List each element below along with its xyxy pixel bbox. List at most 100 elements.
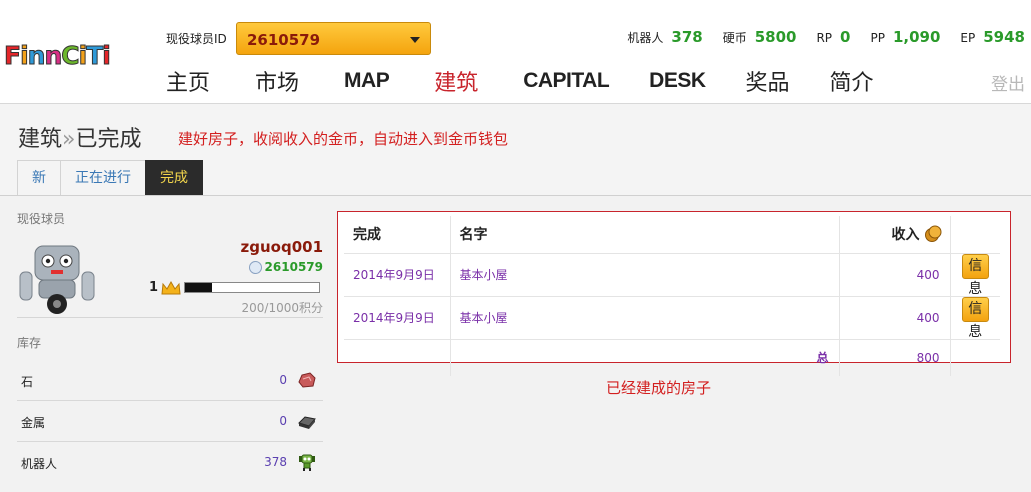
info-button[interactable]: 信息	[961, 296, 989, 340]
player-id-text: 2610579	[264, 260, 323, 274]
inventory-heading: 库存	[17, 336, 42, 350]
robot-avatar	[19, 245, 95, 314]
total-row: 总 800	[344, 339, 1000, 376]
column-header-name: 名字	[450, 216, 840, 254]
total-action-cell	[950, 339, 1000, 376]
info-button[interactable]: 信息	[961, 253, 989, 297]
inventory-item-count: 378	[264, 455, 287, 469]
logo-letter: C	[61, 40, 80, 70]
completed-date-cell: 2014年9月9日	[344, 296, 451, 340]
page-title: 建筑»已完成	[18, 121, 142, 153]
tab-new[interactable]: 新	[17, 160, 61, 195]
tab-in-progress[interactable]: 正在进行	[60, 160, 146, 195]
nav-building[interactable]: 建筑	[434, 65, 478, 97]
xp-text: 200/1000积分	[241, 301, 324, 315]
table-annotation: 已经建成的房子	[606, 379, 712, 397]
level-indicator: 1	[149, 280, 321, 295]
stone-icon	[297, 370, 317, 390]
total-value: 800	[839, 339, 951, 376]
inventory-stone: 石0	[17, 360, 323, 401]
breadcrumb-building[interactable]: 建筑	[18, 127, 62, 152]
nav-market[interactable]: 市场	[255, 65, 299, 97]
active-player-heading: 现役球员	[17, 212, 66, 226]
nav-prizes[interactable]: 奖品	[746, 65, 790, 97]
column-header-action	[950, 216, 1000, 254]
player-id-select[interactable]: 2610579	[236, 22, 431, 55]
stat-3: RP 0	[816, 28, 850, 46]
metal-icon	[297, 411, 317, 431]
gold-coins-icon	[924, 225, 941, 243]
stat-label: 硬币	[722, 31, 747, 45]
logo-letter: n	[44, 40, 63, 70]
inventory-metal: 金属 0	[17, 401, 323, 442]
column-header-completed: 完成	[344, 216, 451, 254]
logo-letter: F	[3, 40, 21, 70]
building-name-cell: 基本小屋	[450, 296, 840, 340]
player-id: 2610579	[248, 260, 323, 274]
player-id-value: 2610579	[247, 31, 321, 49]
player-profile: 现役球员 zguoq001 2610579 1 200/1000积分	[17, 210, 323, 318]
top-header: FinnCiTi 现役球员ID 2610579 机器人 378 硬币 5800 RP 0 P…	[0, 0, 1031, 104]
page-annotation: 建好房子，收阅收入的金币，自动进入到金币钱包	[178, 130, 509, 148]
inventory-item-count: 0	[279, 414, 287, 428]
nav-map[interactable]: MAP	[344, 69, 390, 93]
stat-5: EP 5948	[960, 28, 1025, 46]
table-body: 2014年9月9日 基本小屋 400 信息 2014年9月9日 基本小屋 400 信息总 800	[344, 253, 1000, 376]
stat-value: 0	[840, 28, 851, 46]
income-cell: 400	[839, 253, 951, 297]
status-tabs: 新正在进行 完成	[17, 160, 203, 195]
nav-profile[interactable]: 简介	[830, 65, 874, 97]
table-row: 2014年9月9日 基本小屋 400 信息	[344, 253, 1000, 297]
stat-label: RP	[816, 31, 833, 45]
action-cell: 信息	[950, 296, 1000, 340]
inventory-robots: 机器人 378	[17, 442, 323, 483]
breadcrumb-separator: »	[62, 127, 76, 152]
stat-value: 5948	[983, 28, 1025, 46]
player-id-label: 现役球员ID	[166, 32, 227, 46]
total-empty-cell	[344, 339, 451, 376]
action-cell: 信息	[950, 253, 1000, 297]
logout-link[interactable]: 登出	[991, 70, 1025, 95]
completed-date-cell: 2014年9月9日	[344, 253, 451, 297]
stat-4: PP 1,090	[870, 28, 940, 46]
chevron-down-icon	[410, 37, 420, 43]
table-header-row: 完成 名字 收入	[344, 216, 1000, 254]
column-header-income-label: 收入	[891, 227, 920, 244]
logo-letter: i	[102, 40, 111, 70]
robot-icon	[297, 452, 317, 472]
nav-capital[interactable]: CAPITAL	[523, 69, 609, 93]
column-header-income: 收入	[839, 216, 951, 254]
completed-buildings-panel: 完成 名字 收入 2014年9月9日 基本小屋 400 信息 2014年9月9日 基本小屋…	[337, 211, 1011, 376]
crown-icon	[161, 280, 181, 294]
xp-progress-bar	[184, 282, 321, 293]
player-username[interactable]: zguoq001	[241, 238, 324, 256]
building-name-cell: 基本小屋	[450, 253, 840, 297]
logo-letter: T	[86, 40, 104, 70]
stat-2: 硬币 5800	[723, 28, 797, 46]
inventory-item-name: 石	[21, 375, 34, 389]
nav-home[interactable]: 主页	[166, 65, 210, 97]
sidebar: 现役球员 zguoq001 2610579 1 200/1000积分 库存 石0…	[17, 210, 323, 483]
stats-bar: 机器人 378 硬币 5800 RP 0 PP 1,090 EP 5948	[607, 28, 1025, 46]
page-header: 建筑»已完成 建好房子，收阅收入的金币，自动进入到金币钱包 新正在进行 完成	[0, 104, 1031, 196]
finnciti-logo[interactable]: FinnCiTi	[3, 37, 111, 73]
completed-buildings-table: 完成 名字 收入 2014年9月9日 基本小屋 400 信息 2014年9月9日 基本小屋…	[344, 216, 1000, 376]
inventory-item-name: 机器人	[21, 457, 58, 471]
globe-icon	[248, 260, 262, 274]
income-cell: 400	[839, 296, 951, 340]
logo-letter: n	[27, 40, 46, 70]
table-row: 2014年9月9日 基本小屋 400 信息	[344, 296, 1000, 340]
main-nav: 主页 市场 MAP 建筑 CAPITAL DESK 奖品 简介	[166, 64, 874, 98]
tab-completed[interactable]: 完成	[145, 160, 203, 195]
stat-label: PP	[870, 31, 885, 45]
stat-label: 机器人	[627, 31, 664, 45]
inventory-list: 石 0 金属 0 机器人 378	[17, 360, 323, 483]
stat-value: 5800	[754, 28, 797, 46]
logo-letter: i	[20, 40, 29, 70]
xp-progress-fill	[185, 283, 212, 292]
stat-value: 378	[671, 28, 703, 46]
inventory-item-name: 金属	[21, 416, 46, 430]
nav-desk[interactable]: DESK	[649, 69, 706, 93]
level-number: 1	[149, 280, 159, 295]
total-label: 总	[450, 339, 840, 376]
